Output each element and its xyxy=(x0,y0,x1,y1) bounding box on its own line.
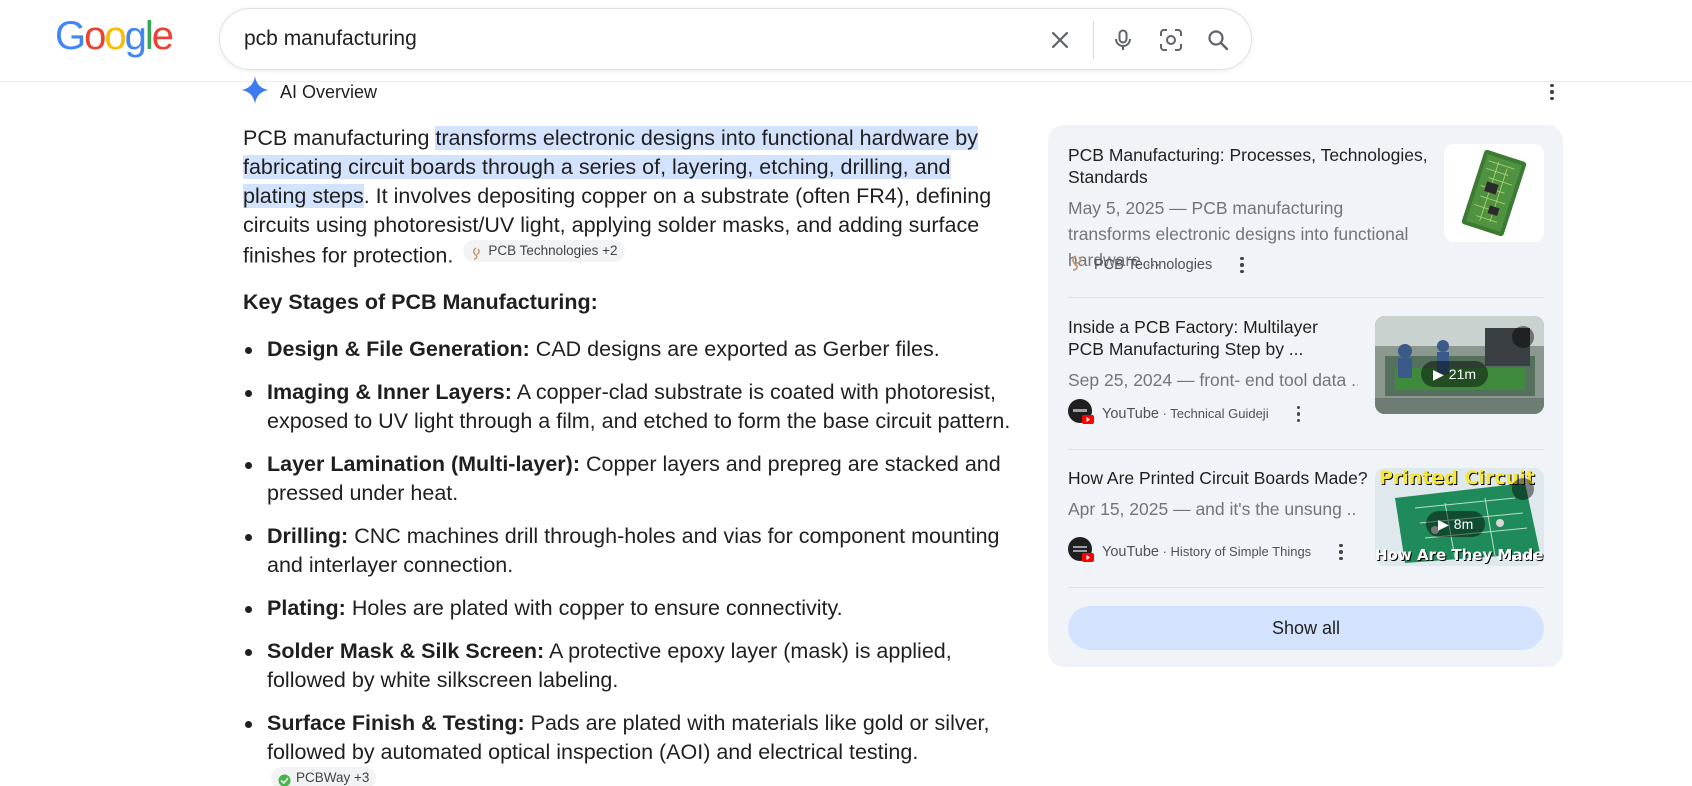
ai-overview-label: AI Overview xyxy=(280,81,378,102)
search-input[interactable] xyxy=(244,21,1004,57)
video-duration: 21m xyxy=(1448,366,1477,382)
sparkle-icon xyxy=(240,75,270,110)
show-all-button[interactable]: Show all xyxy=(1068,606,1544,650)
card-menu-icon[interactable] xyxy=(1234,255,1250,276)
play-icon: ▶ xyxy=(1438,515,1449,532)
list-item: Plating: Holes are plated with copper to… xyxy=(243,594,1011,623)
stage-title: Layer Lamination (Multi-layer): xyxy=(267,452,580,476)
source-attribution: YouTube · Technical Guideji xyxy=(1068,399,1306,429)
clear-icon[interactable] xyxy=(1042,22,1078,58)
source-attribution: PCB Technologies xyxy=(1068,254,1250,276)
expand-icon[interactable] xyxy=(1512,478,1534,500)
source-channel: · History of Simple Things xyxy=(1158,544,1312,559)
card-divider xyxy=(1068,297,1544,298)
microphone-icon[interactable] xyxy=(1105,22,1141,58)
stage-title: Drilling: xyxy=(267,524,349,548)
circuit-boards-video-thumbnail[interactable]: Printed Circuit Boards How Are They Made… xyxy=(1375,468,1544,566)
search-icon[interactable] xyxy=(1200,22,1236,58)
source-name: YouTube xyxy=(1102,544,1159,560)
pcb-tech-logo-icon xyxy=(470,245,483,260)
card-divider xyxy=(1068,587,1544,588)
stages-list: Design & File Generation: CAD designs ar… xyxy=(243,335,1011,786)
card-divider xyxy=(1068,449,1544,450)
source-card-title[interactable]: How Are Printed Circuit Boards Made? xyxy=(1068,467,1368,489)
source-card-snippet: Sep 25, 2024 — front- end tool data ... xyxy=(1068,370,1358,390)
list-item: Surface Finish & Testing: Pads are plate… xyxy=(243,709,1011,786)
intro-lead: PCB manufacturing xyxy=(243,126,436,150)
pcb-factory-video-thumbnail[interactable]: ▶ 21m xyxy=(1375,316,1544,414)
source-card-title[interactable]: Inside a PCB Factory: Multilayer PCB Man… xyxy=(1068,316,1358,360)
pcb-board-thumbnail[interactable] xyxy=(1444,144,1544,242)
chip-label: PCB Technologies +2 xyxy=(488,243,618,258)
sources-panel: PCB Manufacturing: Processes, Technologi… xyxy=(1048,125,1563,667)
stage-text: Holes are plated with copper to ensure c… xyxy=(345,596,843,620)
card-menu-icon[interactable] xyxy=(1291,404,1307,425)
list-item: Drilling: CNC machines drill through-hol… xyxy=(243,522,1011,580)
ai-overview-header: AI Overview xyxy=(240,75,378,110)
stage-title: Plating: xyxy=(267,596,346,620)
more-options-icon[interactable] xyxy=(1540,80,1564,104)
youtube-channel-avatar-icon xyxy=(1068,537,1094,567)
list-item: Imaging & Inner Layers: A copper-clad su… xyxy=(243,378,1011,436)
pcb-tech-logo-icon xyxy=(1068,254,1086,276)
youtube-channel-avatar-icon xyxy=(1068,399,1094,429)
source-channel: · Technical Guideji xyxy=(1158,406,1269,421)
video-duration: 8m xyxy=(1453,516,1474,532)
expand-icon[interactable] xyxy=(1512,326,1534,348)
stage-text: CNC machines drill through-holes and via… xyxy=(267,524,1000,577)
ai-overview-intro: PCB manufacturing transforms electronic … xyxy=(243,124,1003,271)
list-item: Layer Lamination (Multi-layer): Copper l… xyxy=(243,450,1011,508)
stage-title: Imaging & Inner Layers: xyxy=(267,380,512,404)
play-icon: ▶ xyxy=(1433,365,1444,382)
source-card-title[interactable]: PCB Manufacturing: Processes, Technologi… xyxy=(1068,144,1428,188)
header-bar: Google xyxy=(0,0,1692,82)
stage-title: Design & File Generation: xyxy=(267,337,530,361)
pcbway-logo-icon xyxy=(278,772,291,786)
source-name: YouTube xyxy=(1102,406,1159,422)
stage-title: Solder Mask & Silk Screen: xyxy=(267,639,545,663)
source-name: PCB Technologies xyxy=(1094,257,1213,273)
card-menu-icon[interactable] xyxy=(1333,542,1349,563)
list-item: Design & File Generation: CAD designs ar… xyxy=(243,335,1011,364)
source-chip-pcb-technologies[interactable]: PCB Technologies +2 xyxy=(463,240,625,262)
stages-heading: Key Stages of PCB Manufacturing: xyxy=(243,290,598,314)
google-logo[interactable]: Google xyxy=(55,16,174,56)
source-attribution: YouTube · History of Simple Things xyxy=(1068,537,1349,567)
chip-label: PCBWay +3 xyxy=(296,770,370,785)
list-item: Solder Mask & Silk Screen: A protective … xyxy=(243,637,1011,695)
stage-title: Surface Finish & Testing: xyxy=(267,711,525,735)
search-divider xyxy=(1093,21,1094,59)
stage-text: CAD designs are exported as Gerber files… xyxy=(529,337,940,361)
video-duration-badge: ▶ 21m xyxy=(1421,361,1489,387)
camera-lens-icon[interactable] xyxy=(1153,22,1189,58)
video-duration-badge: ▶ 8m xyxy=(1426,511,1486,537)
search-box xyxy=(219,8,1252,70)
source-chip-pcbway[interactable]: PCBWay +3 xyxy=(271,767,377,786)
source-card-snippet: Apr 15, 2025 — and it's the unsung ... xyxy=(1068,499,1358,519)
thumbnail-subtitle-text: How Are They Made! xyxy=(1375,546,1544,564)
